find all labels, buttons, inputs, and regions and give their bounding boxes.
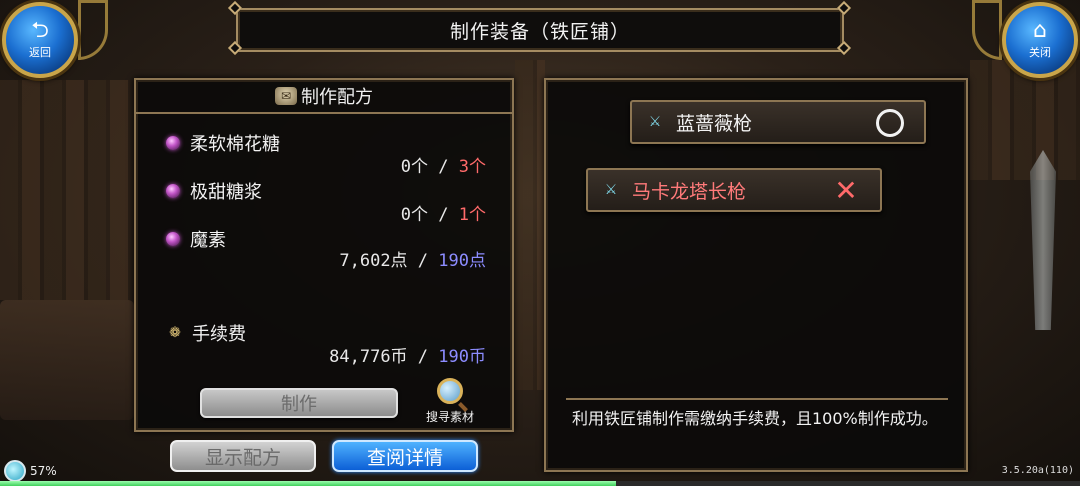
- material-name: 魔素: [190, 230, 226, 251]
- result-item-available[interactable]: ⚔ 蓝蔷薇枪: [630, 100, 926, 144]
- material-name-row: 柔软棉花糖: [166, 130, 280, 156]
- background-bookshelf-right: [970, 60, 1080, 180]
- owned-count: 7,602点: [339, 251, 408, 271]
- spear-icon: ⚔: [604, 182, 618, 198]
- view-details-button[interactable]: 查阅详情: [332, 440, 478, 472]
- search-materials-button[interactable]: 搜寻素材: [414, 378, 486, 430]
- material-quantity: 0个 / 3个: [401, 152, 486, 177]
- required-coins: 190币: [438, 347, 486, 367]
- battery-status-icon: [4, 460, 26, 482]
- show-recipe-button[interactable]: 显示配方: [170, 440, 316, 472]
- required-count: 1个: [458, 205, 486, 225]
- spear-icon: ⚔: [648, 114, 662, 130]
- quantity-separator: /: [407, 347, 439, 367]
- material-quantity: 7,602点 / 190点: [339, 246, 486, 271]
- page-title: 制作装备（铁匠铺）: [449, 20, 630, 43]
- material-orb-icon: [166, 184, 180, 198]
- progress-bar: [0, 481, 1080, 486]
- fee-label: 手续费: [192, 324, 246, 345]
- fee-name-row: ❁ 手续费: [166, 320, 246, 346]
- title-bar: 制作装备（铁匠铺）: [236, 8, 844, 52]
- quantity-separator: /: [428, 157, 459, 177]
- battery-level: 57%: [30, 464, 57, 478]
- progress-fill: [0, 481, 616, 486]
- material-name-row: 极甜糖浆: [166, 178, 262, 204]
- material-name-row: 魔素: [166, 226, 226, 252]
- gold-ornament-left: [78, 0, 108, 60]
- material-orb-icon: [166, 136, 180, 150]
- recipe-panel: ✉ 制作配方 柔软棉花糖 0个 / 3个 极甜糖浆 0个 / 1个 魔素 7,6…: [134, 78, 514, 432]
- back-button[interactable]: ⮌ 返回: [2, 2, 78, 78]
- recipe-panel-header: ✉ 制作配方: [136, 80, 512, 114]
- material-orb-icon: [166, 232, 180, 246]
- material-name: 极甜糖浆: [190, 182, 262, 203]
- owned-count: 0个: [400, 157, 429, 177]
- quantity-separator: /: [428, 205, 459, 225]
- background-bookshelf-left: [0, 80, 130, 300]
- material-quantity: 0个 / 1个: [401, 200, 486, 225]
- back-button-label: 返回: [29, 46, 51, 59]
- magnifier-icon: [437, 378, 463, 404]
- owned-count: 0个: [400, 205, 429, 225]
- description-text: 利用铁匠铺制作需缴纳手续费，且100%制作成功。: [566, 398, 948, 462]
- back-arrow-icon: ⮌: [31, 18, 49, 43]
- required-count: 3个: [458, 157, 486, 177]
- owned-coins: 84,776币: [329, 347, 408, 367]
- version-label: 3.5.20a(110): [1001, 465, 1074, 476]
- quantity-separator: /: [407, 251, 439, 271]
- close-button[interactable]: ⌂ 关闭: [1002, 2, 1078, 78]
- home-icon: ⌂: [1033, 18, 1047, 43]
- gold-ornament-right: [972, 0, 1002, 60]
- material-name: 柔软棉花糖: [190, 134, 280, 155]
- coins-icon: ❁: [169, 325, 181, 341]
- required-count: 190点: [438, 251, 486, 271]
- make-button[interactable]: 制作: [200, 388, 398, 418]
- background-sword: [1030, 150, 1056, 330]
- result-item-name: 马卡龙塔长枪: [632, 180, 747, 203]
- result-panel: ⚔ 蓝蔷薇枪 ⚔ 马卡龙塔长枪 ✕ 利用铁匠铺制作需缴纳手续费，且100%制作成…: [544, 78, 968, 472]
- recipe-panel-title: 制作配方: [301, 87, 373, 108]
- close-button-label: 关闭: [1029, 46, 1051, 59]
- result-item-unavailable[interactable]: ⚔ 马卡龙塔长枪 ✕: [586, 168, 882, 212]
- search-materials-label: 搜寻素材: [425, 410, 474, 424]
- available-circle-icon: [876, 109, 904, 137]
- result-item-name: 蓝蔷薇枪: [676, 112, 753, 135]
- background-table: [0, 300, 134, 420]
- scroll-icon: ✉: [275, 87, 297, 105]
- background-bookshelf-center: [515, 60, 545, 390]
- fee-quantity: 84,776币 / 190币: [329, 342, 486, 367]
- unavailable-cross-icon: ✕: [834, 174, 858, 207]
